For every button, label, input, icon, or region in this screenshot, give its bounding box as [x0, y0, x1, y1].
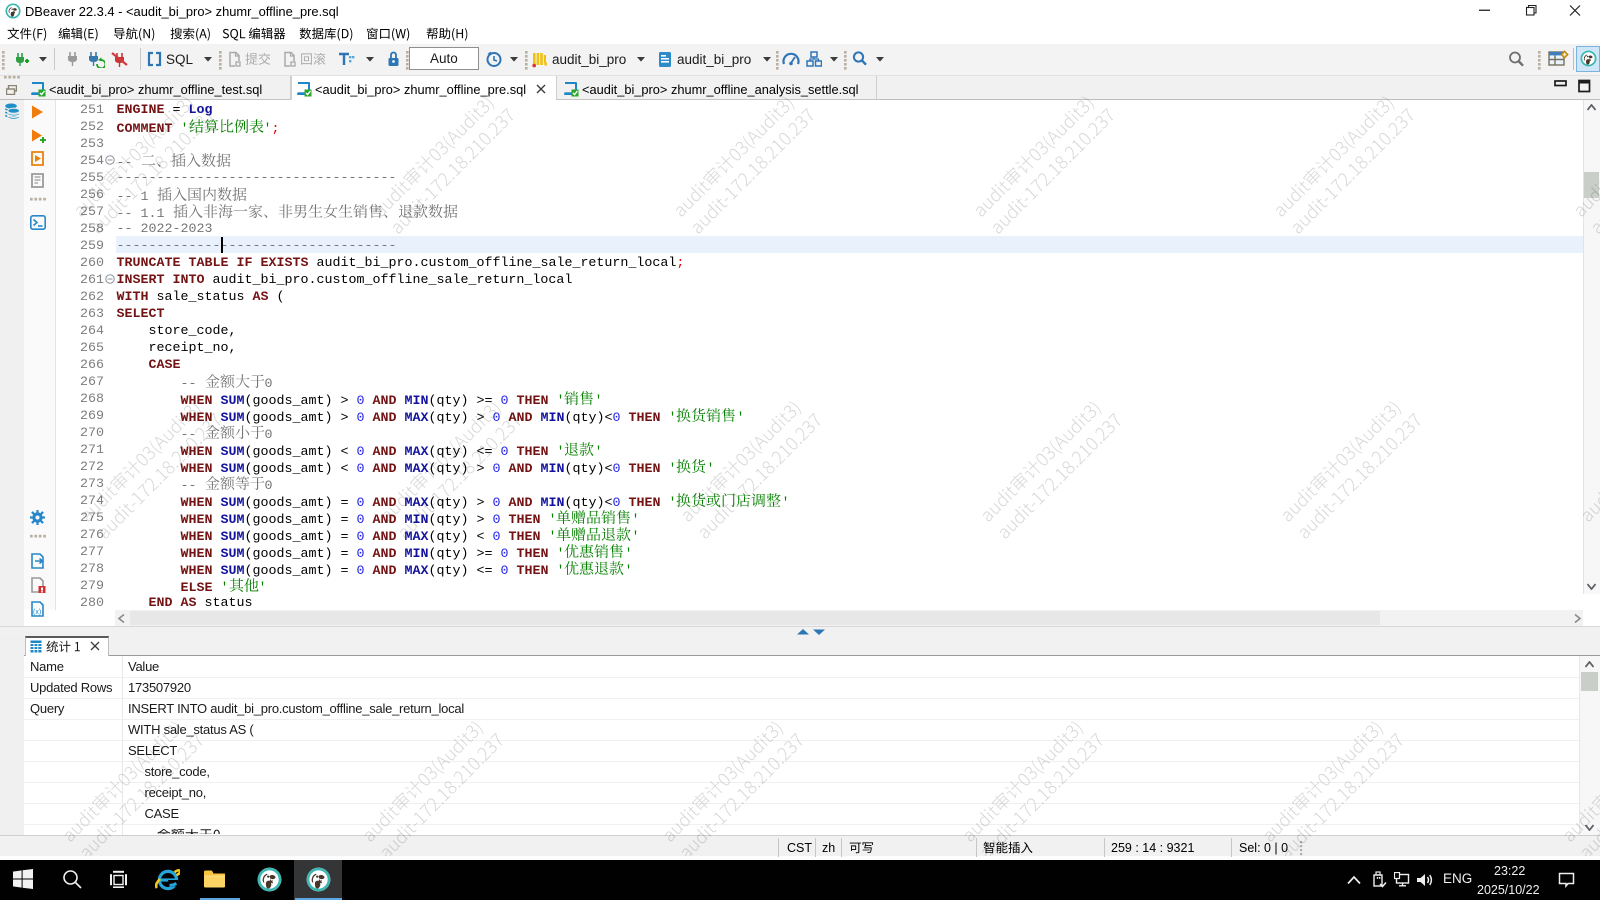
svg-text:(x): (x) — [33, 609, 41, 616]
